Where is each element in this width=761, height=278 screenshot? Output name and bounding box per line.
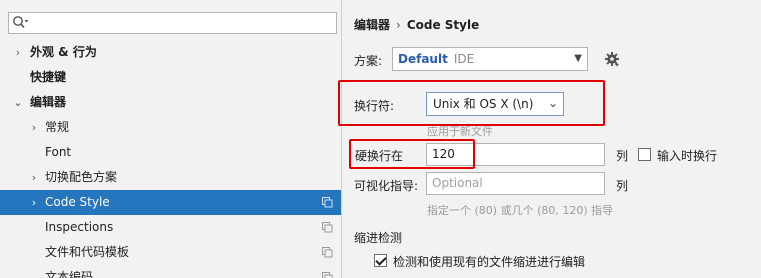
visual-guides-placeholder: Optional [432,176,483,190]
tree-item-code-style[interactable]: › Code Style [0,190,341,215]
highlight-box [338,80,605,126]
tree-item-label: 切换配色方案 [45,170,118,184]
settings-tree: › 外观 & 行为 快捷键 ⌄ 编辑器 › 常规 Font › 切换配色方案 ›… [0,40,341,278]
tree-item-general[interactable]: › 常规 [0,115,341,140]
tree-item-file-encodings[interactable]: 文本编码 [0,265,341,278]
tree-item-file-templates[interactable]: 文件和代码模板 [0,240,341,265]
tree-item-editor[interactable]: ⌄ 编辑器 [0,90,341,115]
tree-item-font[interactable]: Font [0,140,341,165]
tree-item-label: 快捷键 [30,70,67,84]
visual-guides-unit: 列 [616,179,629,193]
indent-detection-title: 缩进检测 [354,231,403,245]
settings-sidebar: › 外观 & 行为 快捷键 ⌄ 编辑器 › 常规 Font › 切换配色方案 ›… [0,0,342,278]
scheme-label: 方案: [354,54,383,68]
scheme-tag: IDE [453,52,475,66]
visual-guides-input[interactable]: Optional [426,172,605,195]
chevron-right-icon[interactable]: › [28,165,40,190]
tree-item-label: 文本编码 [45,270,94,278]
breadcrumb-current: Code Style [406,18,480,32]
detect-indent-checkbox[interactable] [374,254,387,267]
hard-wrap-unit: 列 [616,149,629,163]
search-icon [13,16,29,29]
chevron-right-icon[interactable]: › [28,190,40,215]
breadcrumb: 编辑器 › Code Style [354,16,479,33]
search-input[interactable] [8,12,337,34]
tree-item-appearance[interactable]: › 外观 & 行为 [0,40,341,65]
tree-item-label: 常规 [45,120,70,134]
visual-guides-hint: 指定一个 (80) 或几个 (80, 120) 指导 [427,204,614,217]
code-style-panel: 编辑器 › Code Style 方案: Default IDE ▼ 换行符: Uni… [338,0,761,278]
wrap-on-typing-label: 输入时换行 [657,149,718,163]
tree-item-label: Inspections [45,220,114,234]
tree-item-label: 文件和代码模板 [45,245,130,259]
detect-indent-label: 检测和使用现有的文件缩进进行编辑 [393,255,586,269]
breadcrumb-separator: › [396,18,401,32]
chevron-down-icon[interactable]: ⌄ [12,90,24,115]
project-scope-icon [322,247,333,258]
chevron-right-icon[interactable]: › [12,40,24,65]
tree-item-inspections[interactable]: Inspections [0,215,341,240]
project-scope-icon [322,222,333,233]
scheme-select[interactable]: Default IDE ▼ [392,47,588,71]
wrap-on-typing-checkbox[interactable] [638,148,651,161]
tree-item-keymap[interactable]: 快捷键 [0,65,341,90]
tree-item-label: 外观 & 行为 [30,45,97,59]
tree-item-label: Font [45,145,72,159]
chevron-right-icon[interactable]: › [28,115,40,140]
highlight-box [349,139,475,169]
project-scope-icon [322,272,333,278]
visual-guides-label: 可视化指导: [354,179,419,193]
tree-item-color-scheme[interactable]: › 切换配色方案 [0,165,341,190]
tree-item-label: Code Style [45,195,110,209]
breadcrumb-parent[interactable]: 编辑器 [354,18,390,32]
scheme-name: Default [398,52,448,66]
tree-item-label: 编辑器 [30,95,67,109]
gear-icon[interactable] [604,51,620,67]
project-scope-icon [322,197,333,208]
chevron-down-icon: ▼ [574,53,582,64]
